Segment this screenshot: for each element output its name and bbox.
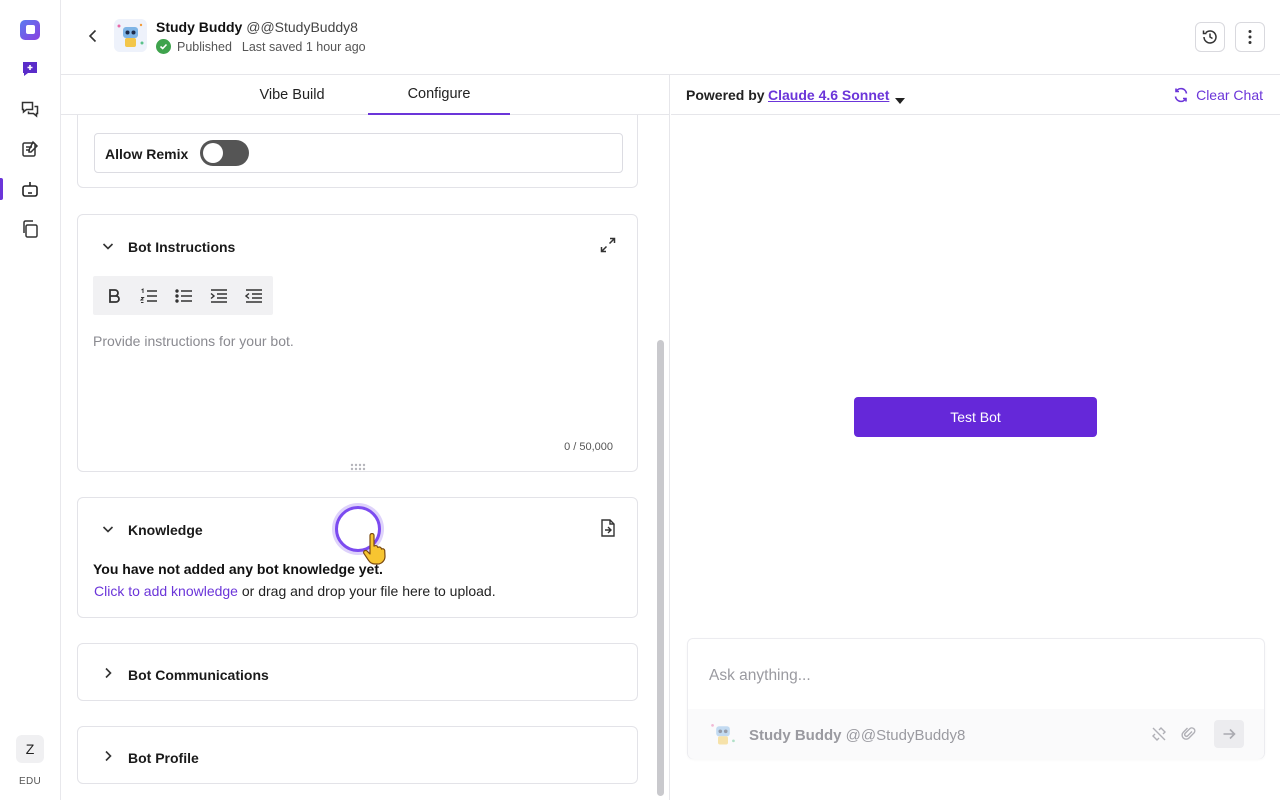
pointer-hand-icon [361,532,387,570]
publish-status: Published Last saved 1 hour ago [156,39,366,54]
composer-bot-handle: @@StudyBuddy8 [845,727,966,744]
bot-communications-card[interactable]: Bot Communications [77,643,638,701]
caret-down-icon[interactable] [895,91,905,109]
bot-instructions-card: Bot Instructions Provide instructions fo… [77,214,638,472]
more-options-button[interactable] [1235,22,1265,52]
user-avatar[interactable]: Z [16,735,44,763]
allow-remix-toggle[interactable] [200,140,249,166]
character-counter: 0 / 50,000 [564,441,613,453]
new-chat-icon[interactable] [18,57,42,81]
bold-icon[interactable] [103,285,125,307]
composer-bot-title: Study Buddy [749,727,842,744]
bot-avatar [114,19,147,52]
chevron-down-icon[interactable] [100,521,116,537]
bot-instructions-title: Bot Instructions [128,239,236,255]
upload-hint-text: or drag and drop your file here to uploa… [237,583,496,599]
active-indicator [0,178,3,200]
formatting-toolbar [93,276,273,315]
bot-handle: @@StudyBuddy8 [246,19,358,35]
chevron-down-icon[interactable] [100,238,116,254]
bot-profile-title: Bot Profile [128,750,199,766]
chat-composer: Ask anything... Study Buddy @@StudyBuddy… [687,638,1265,759]
logo-icon[interactable] [18,18,42,42]
chat-input[interactable]: Ask anything... [709,667,811,685]
attach-icon[interactable] [1180,725,1198,743]
history-icon [1202,30,1217,44]
tab-configure[interactable]: Configure [368,75,510,115]
kebab-icon [1248,30,1252,44]
history-button[interactable] [1195,22,1225,52]
plan-label: EDU [18,776,41,787]
model-bar: Powered by Claude 4.6 Sonnet Clear Chat [671,75,1280,115]
refresh-icon [1174,87,1188,103]
arrow-right-icon [1223,728,1236,740]
file-upload-icon[interactable] [599,518,617,543]
scrollbar[interactable] [657,340,664,796]
bot-communications-title: Bot Communications [128,667,269,683]
bots-icon[interactable] [18,177,42,201]
composer-bot-name: Study Buddy @@StudyBuddy8 [749,727,965,744]
clear-chat-label: Clear Chat [1196,87,1263,103]
knowledge-empty-message: You have not added any bot knowledge yet… [93,561,383,577]
outdent-icon[interactable] [243,285,265,307]
chats-icon[interactable] [18,97,42,121]
builder-tabs: Vibe Build Configure [61,75,669,115]
send-button[interactable] [1214,720,1244,748]
tab-vibe-build[interactable]: Vibe Build [221,75,363,115]
chat-preview-panel: Powered by Claude 4.6 Sonnet Clear Chat … [671,75,1280,800]
powered-by-label: Powered by [686,87,765,103]
bot-header: Study Buddy @@StudyBuddy8 Published Last… [61,0,1280,75]
instructions-input[interactable]: Provide instructions for your bot. [93,333,294,349]
clear-chat-button[interactable]: Clear Chat [1173,87,1263,103]
tools-off-icon[interactable] [1150,725,1168,743]
bulleted-list-icon[interactable] [173,285,195,307]
allow-remix-row: Allow Remix [94,133,623,173]
toggle-knob [203,143,223,163]
check-circle-icon [156,39,171,54]
bot-profile-card[interactable]: Bot Profile [77,726,638,784]
knowledge-title: Knowledge [128,522,203,538]
chevron-right-icon[interactable] [100,748,116,764]
status-label: Published [177,39,232,54]
back-button[interactable] [83,26,103,46]
numbered-list-icon[interactable] [138,285,160,307]
indent-icon[interactable] [208,285,230,307]
app-rail: Z EDU [0,0,61,800]
knowledge-upload-hint: Click to add knowledge or drag and drop … [94,583,496,599]
bot-mini-avatar [708,719,738,749]
library-icon[interactable] [18,217,42,241]
expand-icon[interactable] [599,236,617,259]
composer-footer: Study Buddy @@StudyBuddy8 [688,709,1264,759]
chevron-right-icon[interactable] [100,665,116,681]
bot-name: Study Buddy [156,19,243,35]
last-saved: Last saved 1 hour ago [241,39,366,54]
model-selector[interactable]: Claude 4.6 Sonnet [768,87,889,103]
configure-panel: Vibe Build Configure Allow Remix Bot Ins… [61,75,670,800]
bot-title: Study Buddy @@StudyBuddy8 [156,19,358,35]
allow-remix-label: Allow Remix [105,146,189,162]
test-bot-button[interactable]: Test Bot [854,397,1097,437]
resize-grip-icon[interactable] [350,458,366,476]
add-knowledge-link[interactable]: Click to add knowledge [94,583,238,599]
notes-icon[interactable] [18,137,42,161]
